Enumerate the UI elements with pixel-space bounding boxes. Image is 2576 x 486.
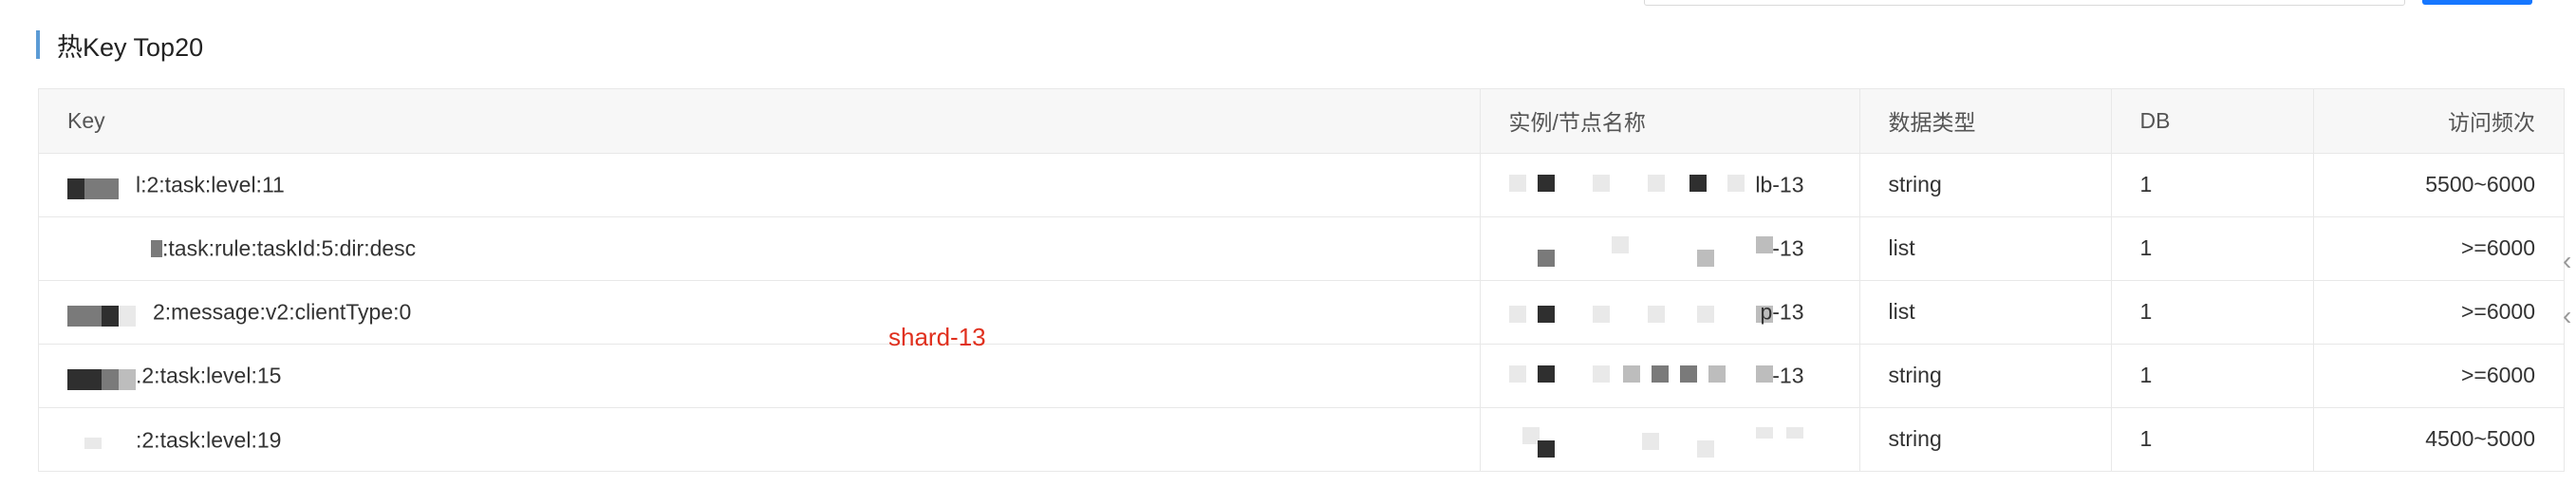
table-row[interactable]: l:2:task:level:11 lb-13 string 1 5500~60… <box>39 153 2564 217</box>
key-cell: :2:task:level:19 <box>39 407 1481 471</box>
redacted-mask <box>67 175 136 200</box>
section-header: 热Key Top20 <box>36 29 203 62</box>
instance-cell: p-13 <box>1480 280 1860 345</box>
table-row[interactable]: :task:rule:taskId:5:dir:desc -13 list 1 … <box>39 216 2564 281</box>
key-text: 2:message:v2:clientType:0 <box>153 299 412 325</box>
type-cell: string <box>1859 344 2112 408</box>
shard-annotation: shard-13 <box>888 323 986 351</box>
instance-cell: lb-13 <box>1480 153 1860 217</box>
key-cell: l:2:task:level:11 <box>39 153 1481 217</box>
redacted-mask <box>1509 235 1794 267</box>
column-header-frequency[interactable]: 访问频次 <box>2313 89 2564 154</box>
column-header-type[interactable]: 数据类型 <box>1859 89 2112 154</box>
instance-name: -13 <box>1772 363 1804 387</box>
redacted-mask <box>1508 173 1794 201</box>
type-cell: string <box>1859 407 2112 471</box>
type-cell: list <box>1859 280 2112 345</box>
section-title: 热Key Top20 <box>57 32 204 62</box>
column-header-key[interactable]: Key <box>39 89 1481 154</box>
frequency-cell: 4500~5000 <box>2425 426 2535 452</box>
chevron-left-icon: ‹ <box>2563 301 2572 330</box>
instance-cell: -13 <box>1480 216 1860 281</box>
redacted-mask <box>1509 426 1803 458</box>
frequency-cell: >=6000 <box>2313 216 2564 281</box>
db-cell: 1 <box>2111 216 2314 281</box>
instance-name: lb-13 <box>1755 172 1804 196</box>
redacted-mask <box>67 429 136 450</box>
key-text: l:2:task:level:11 <box>136 172 285 197</box>
table-header-row: Key 实例/节点名称 数据类型 DB 访问频次 <box>39 89 2564 154</box>
title-accent-bar <box>36 30 40 59</box>
search-input[interactable] <box>1644 0 2405 6</box>
column-header-db[interactable]: DB <box>2111 89 2314 154</box>
type-cell: list <box>1859 216 2112 281</box>
key-text: .2:task:level:15 <box>136 363 282 388</box>
table-row[interactable]: :2:task:level:19 string 1 4500~5000 <box>39 407 2564 471</box>
instance-name: -13 <box>1772 235 1804 260</box>
instance-cell: -13 <box>1480 344 1860 408</box>
redacted-mask <box>67 302 153 327</box>
search-button[interactable] <box>2422 0 2532 5</box>
redacted-mask <box>1508 364 1794 392</box>
redacted-mask <box>67 365 136 391</box>
key-text: :task:rule:taskId:5:dir:desc <box>162 235 417 261</box>
db-cell: 1 <box>2111 407 2314 471</box>
table-row[interactable]: .2:task:level:15 -13 string 1 >=6000 <box>39 344 2564 408</box>
frequency-cell: 5500~6000 <box>2313 153 2564 217</box>
key-cell: .2:task:level:15 <box>39 344 1481 408</box>
redacted-mask <box>67 238 151 259</box>
instance-cell <box>1480 407 1860 471</box>
key-cell: 2:message:v2:clientType:0 <box>39 280 1481 345</box>
chevron-left-icon: ‹ <box>2563 246 2572 275</box>
column-header-instance[interactable]: 实例/节点名称 <box>1480 89 1860 154</box>
key-text: :2:task:level:19 <box>136 426 282 452</box>
frequency-cell: >=6000 <box>2313 280 2564 345</box>
key-cell: :task:rule:taskId:5:dir:desc <box>39 216 1481 281</box>
type-cell: string <box>1859 153 2112 217</box>
redacted-mask <box>151 240 162 258</box>
db-cell: 1 <box>2111 280 2314 345</box>
hot-key-table: Key 实例/节点名称 数据类型 DB 访问频次 l:2:task:level:… <box>38 88 2565 472</box>
table-row[interactable]: 2:message:v2:clientType:0 p-13 list 1 >=… <box>39 280 2564 345</box>
frequency-cell: >=6000 <box>2313 344 2564 408</box>
redacted-mask <box>1508 300 1794 328</box>
db-cell: 1 <box>2111 153 2314 217</box>
db-cell: 1 <box>2111 344 2314 408</box>
instance-name: p-13 <box>1760 299 1804 324</box>
